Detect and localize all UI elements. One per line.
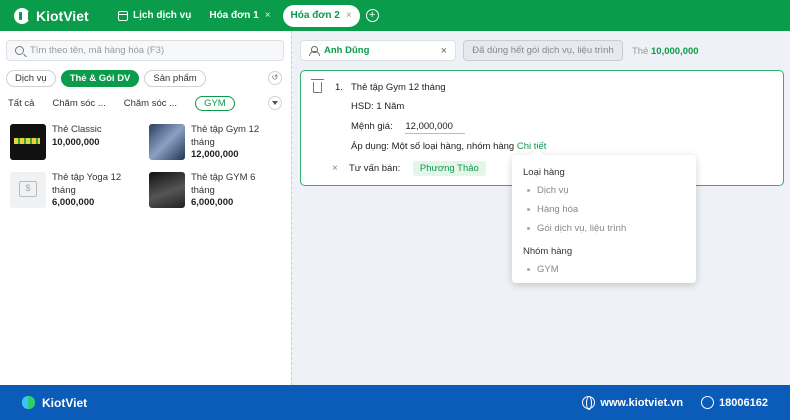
product-name: Thẻ tập Yoga 12 tháng <box>52 172 122 196</box>
phone-icon <box>701 396 715 409</box>
face-value-label: Mệnh giá: <box>351 121 393 132</box>
tab-invoice-1[interactable]: Hóa đơn 1 × <box>201 5 278 27</box>
product-panel: Dịch vụ Thẻ & Gói DV Sản phẩm ↺ Tất cả C… <box>0 31 291 385</box>
customer-name: Anh Dũng <box>324 45 370 56</box>
popover-group-title: Loại hàng <box>523 167 565 178</box>
top-bar: KiotViet Lịch dịch vụ Hóa đơn 1 × Hóa đơ… <box>0 0 790 31</box>
add-tab-icon[interactable]: + <box>365 9 379 22</box>
product-item[interactable]: Thẻ tập Yoga 12 tháng 6,000,000 <box>10 172 132 208</box>
footer-brand: KiotViet <box>42 395 88 410</box>
product-price: 6,000,000 <box>191 197 234 208</box>
chip-products[interactable]: Sản phẩm <box>144 70 206 87</box>
tab-label: Hóa đơn 1 <box>209 10 259 21</box>
card-balance-value: 10,000,000 <box>651 46 699 57</box>
search-input[interactable] <box>30 45 270 56</box>
close-icon[interactable]: × <box>265 10 271 21</box>
subtab-all[interactable]: Tất cả <box>8 98 34 109</box>
category-chips: Dịch vụ Thẻ & Gói DV Sản phẩm <box>6 70 211 87</box>
line-item-name: Thẻ tập Gym 12 tháng <box>351 82 446 93</box>
close-icon[interactable]: × <box>346 10 352 21</box>
classic-card-image <box>10 124 46 160</box>
product-price: 6,000,000 <box>52 197 95 208</box>
trash-icon[interactable] <box>311 79 324 93</box>
product-name: Thẻ Classic <box>52 124 102 135</box>
apply-details-popover: Loại hàng Dịch vụ Hàng hóa Gói dịch vụ, … <box>512 155 696 283</box>
subtab-gym[interactable]: GYM <box>195 96 235 111</box>
chevron-down-icon[interactable] <box>268 96 282 110</box>
subtab-care-2[interactable]: Chăm sóc ... <box>124 98 177 109</box>
app-logo[interactable]: KiotViet <box>14 7 104 24</box>
clear-customer-icon[interactable]: × <box>441 45 447 57</box>
popover-item: Hàng hóa <box>523 204 685 215</box>
face-value-row: Mệnh giá: 12,000,000 <box>351 121 466 134</box>
kiotviet-logo-icon <box>14 7 30 24</box>
remove-consultant-icon[interactable]: × <box>332 163 338 174</box>
product-name: Thẻ tập Gym 12 tháng <box>191 124 260 148</box>
app-name: KiotViet <box>36 7 89 24</box>
globe-icon <box>582 396 596 410</box>
customer-field[interactable]: Anh Dũng × <box>300 40 456 61</box>
tab-invoice-2[interactable]: Hóa đơn 2 × <box>282 4 360 27</box>
line-item-expiry: HSD: 1 Năm <box>351 101 405 112</box>
product-item[interactable]: Thẻ Classic 10,000,000 <box>10 124 132 160</box>
service-schedule-tab[interactable]: Lịch dịch vụ <box>118 10 191 21</box>
product-search[interactable] <box>6 40 284 61</box>
money-placeholder-icon <box>10 172 46 208</box>
footer-logo: KiotViet <box>22 395 87 410</box>
product-price: 12,000,000 <box>191 149 239 160</box>
face-value-input[interactable]: 12,000,000 <box>405 121 466 134</box>
line-index: 1. <box>335 82 343 93</box>
group-subtabs: Tất cả Chăm sóc ... Chăm sóc ... GYM <box>8 96 288 111</box>
tab-label: Hóa đơn 2 <box>290 10 340 21</box>
kiotviet-logo-icon <box>22 395 37 410</box>
user-icon <box>309 45 320 56</box>
footer-website[interactable]: www.kiotviet.vn <box>600 397 683 409</box>
consultant-tag[interactable]: Phương Thảo <box>412 161 486 176</box>
subtab-care-1[interactable]: Chăm sóc ... <box>52 98 105 109</box>
calendar-icon <box>118 10 128 21</box>
details-link[interactable]: Chi tiết <box>517 141 547 152</box>
card-balance-label: Thẻ <box>632 46 649 57</box>
popover-item: Dịch vụ <box>523 185 685 196</box>
search-icon <box>15 46 24 55</box>
apply-row: Áp dụng: Một số loại hàng, nhóm hàng Chi… <box>351 141 546 152</box>
consultant-label: Tư vấn bán: <box>349 163 401 174</box>
gym-image <box>149 124 185 160</box>
consultant-row: Tư vấn bán: Phương Thảo <box>349 161 486 176</box>
footer-contacts: www.kiotviet.vn 18006162 <box>582 385 768 420</box>
popover-item: Gói dịch vụ, liệu trình <box>523 223 685 234</box>
chip-cards-packages[interactable]: Thẻ & Gói DV <box>60 70 140 87</box>
gym-image <box>149 172 185 208</box>
footer-phone[interactable]: 18006162 <box>719 397 768 409</box>
product-item[interactable]: Thẻ tập GYM 6 tháng 6,000,000 <box>149 172 271 208</box>
product-item[interactable]: Thẻ tập Gym 12 tháng 12,000,000 <box>149 124 271 160</box>
card-balance: Thẻ 10,000,000 <box>632 46 699 57</box>
footer-banner: KiotViet www.kiotviet.vn 18006162 <box>0 385 790 420</box>
history-icon[interactable]: ↺ <box>268 71 282 85</box>
product-name: Thẻ tập GYM 6 tháng <box>191 172 256 196</box>
chip-services[interactable]: Dịch vụ <box>6 70 56 87</box>
apply-label: Áp dụng: Một số loại hàng, nhóm hàng <box>351 141 515 152</box>
popover-item: GYM <box>523 264 685 275</box>
used-packages-button[interactable]: Đã dùng hết gói dịch vụ, liệu trình <box>463 40 623 61</box>
product-price: 10,000,000 <box>52 136 100 148</box>
popover-group-title: Nhóm hàng <box>523 246 573 257</box>
service-schedule-label: Lịch dịch vụ <box>133 10 192 21</box>
